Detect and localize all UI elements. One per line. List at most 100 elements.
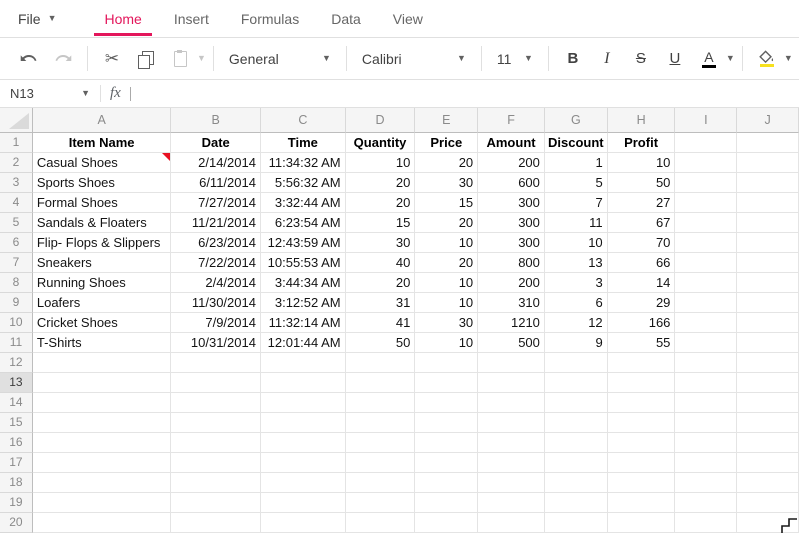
cell-I7[interactable] xyxy=(675,253,737,273)
cell-G9[interactable]: 6 xyxy=(545,293,608,313)
cell-G20[interactable] xyxy=(545,513,608,533)
column-header-C[interactable]: C xyxy=(261,108,346,133)
cell-D18[interactable] xyxy=(346,473,416,493)
italic-button[interactable]: I xyxy=(593,44,621,74)
cell-A19[interactable] xyxy=(33,493,171,513)
cell-E17[interactable] xyxy=(415,453,478,473)
font-family-dropdown[interactable]: Calibri ▼ xyxy=(354,44,474,74)
cell-J5[interactable] xyxy=(737,213,799,233)
cell-H18[interactable] xyxy=(608,473,676,493)
cell-J4[interactable] xyxy=(737,193,799,213)
cell-E9[interactable]: 10 xyxy=(415,293,478,313)
cell-C4[interactable]: 3:32:44 AM xyxy=(261,193,346,213)
row-header-16[interactable]: 16 xyxy=(0,433,33,453)
cell-H9[interactable]: 29 xyxy=(608,293,676,313)
cell-A15[interactable] xyxy=(33,413,171,433)
cell-G2[interactable]: 1 xyxy=(545,153,608,173)
cell-C14[interactable] xyxy=(261,393,346,413)
cell-J7[interactable] xyxy=(737,253,799,273)
cell-C2[interactable]: 11:34:32 AM xyxy=(261,153,346,173)
cell-I11[interactable] xyxy=(675,333,737,353)
cell-H15[interactable] xyxy=(608,413,676,433)
cell-G4[interactable]: 7 xyxy=(545,193,608,213)
column-header-I[interactable]: I xyxy=(675,108,737,133)
row-header-4[interactable]: 4 xyxy=(0,193,33,213)
menu-file[interactable]: File ▼ xyxy=(18,0,66,37)
cell-B18[interactable] xyxy=(171,473,261,493)
cell-G7[interactable]: 13 xyxy=(545,253,608,273)
cell-G17[interactable] xyxy=(545,453,608,473)
row-header-1[interactable]: 1 xyxy=(0,133,33,153)
cell-I1[interactable] xyxy=(675,133,737,153)
tab-view[interactable]: View xyxy=(377,0,439,37)
cell-F17[interactable] xyxy=(478,453,545,473)
cell-C8[interactable]: 3:44:34 AM xyxy=(261,273,346,293)
cell-H17[interactable] xyxy=(608,453,676,473)
cell-J14[interactable] xyxy=(737,393,799,413)
cell-E14[interactable] xyxy=(415,393,478,413)
cell-A16[interactable] xyxy=(33,433,171,453)
font-color-button[interactable]: A xyxy=(695,44,723,74)
cell-C13[interactable] xyxy=(261,373,346,393)
cell-A9[interactable]: Loafers xyxy=(33,293,171,313)
cell-E10[interactable]: 30 xyxy=(415,313,478,333)
cell-F3[interactable]: 600 xyxy=(478,173,545,193)
cell-H1[interactable]: Profit xyxy=(608,133,676,153)
cell-F12[interactable] xyxy=(478,353,545,373)
strikethrough-button[interactable]: S xyxy=(627,44,655,74)
cell-A20[interactable] xyxy=(33,513,171,533)
cell-J19[interactable] xyxy=(737,493,799,513)
cell-B3[interactable]: 6/11/2014 xyxy=(171,173,261,193)
cell-D19[interactable] xyxy=(346,493,416,513)
row-header-7[interactable]: 7 xyxy=(0,253,33,273)
tab-home[interactable]: Home xyxy=(88,0,157,37)
cell-J8[interactable] xyxy=(737,273,799,293)
cell-A4[interactable]: Formal Shoes xyxy=(33,193,171,213)
cell-E8[interactable]: 10 xyxy=(415,273,478,293)
cell-B8[interactable]: 2/4/2014 xyxy=(171,273,261,293)
cut-button[interactable]: ✂ xyxy=(97,44,127,74)
cell-C15[interactable] xyxy=(261,413,346,433)
cell-B7[interactable]: 7/22/2014 xyxy=(171,253,261,273)
row-header-11[interactable]: 11 xyxy=(0,333,33,353)
tab-data[interactable]: Data xyxy=(315,0,377,37)
cell-E6[interactable]: 10 xyxy=(415,233,478,253)
cell-I17[interactable] xyxy=(675,453,737,473)
fill-color-button[interactable] xyxy=(753,44,781,74)
cell-A12[interactable] xyxy=(33,353,171,373)
cell-F20[interactable] xyxy=(478,513,545,533)
cell-I4[interactable] xyxy=(675,193,737,213)
cell-D3[interactable]: 20 xyxy=(346,173,416,193)
cell-I18[interactable] xyxy=(675,473,737,493)
column-header-D[interactable]: D xyxy=(346,108,416,133)
cell-F9[interactable]: 310 xyxy=(478,293,545,313)
cell-D10[interactable]: 41 xyxy=(346,313,416,333)
row-header-12[interactable]: 12 xyxy=(0,353,33,373)
cell-A17[interactable] xyxy=(33,453,171,473)
cell-I14[interactable] xyxy=(675,393,737,413)
cell-B11[interactable]: 10/31/2014 xyxy=(171,333,261,353)
cell-D14[interactable] xyxy=(346,393,416,413)
cell-I16[interactable] xyxy=(675,433,737,453)
cell-A14[interactable] xyxy=(33,393,171,413)
cell-C5[interactable]: 6:23:54 AM xyxy=(261,213,346,233)
cell-B6[interactable]: 6/23/2014 xyxy=(171,233,261,253)
cell-A18[interactable] xyxy=(33,473,171,493)
column-header-J[interactable]: J xyxy=(737,108,799,133)
cell-F16[interactable] xyxy=(478,433,545,453)
cell-I6[interactable] xyxy=(675,233,737,253)
cell-D12[interactable] xyxy=(346,353,416,373)
cell-B1[interactable]: Date xyxy=(171,133,261,153)
cell-C20[interactable] xyxy=(261,513,346,533)
cell-C19[interactable] xyxy=(261,493,346,513)
cell-C1[interactable]: Time xyxy=(261,133,346,153)
row-header-10[interactable]: 10 xyxy=(0,313,33,333)
cell-E12[interactable] xyxy=(415,353,478,373)
row-header-18[interactable]: 18 xyxy=(0,473,33,493)
cell-D4[interactable]: 20 xyxy=(346,193,416,213)
cell-C12[interactable] xyxy=(261,353,346,373)
underline-button[interactable]: U xyxy=(661,44,689,74)
select-all-corner[interactable] xyxy=(0,108,33,133)
cell-A11[interactable]: T-Shirts xyxy=(33,333,171,353)
cell-D16[interactable] xyxy=(346,433,416,453)
